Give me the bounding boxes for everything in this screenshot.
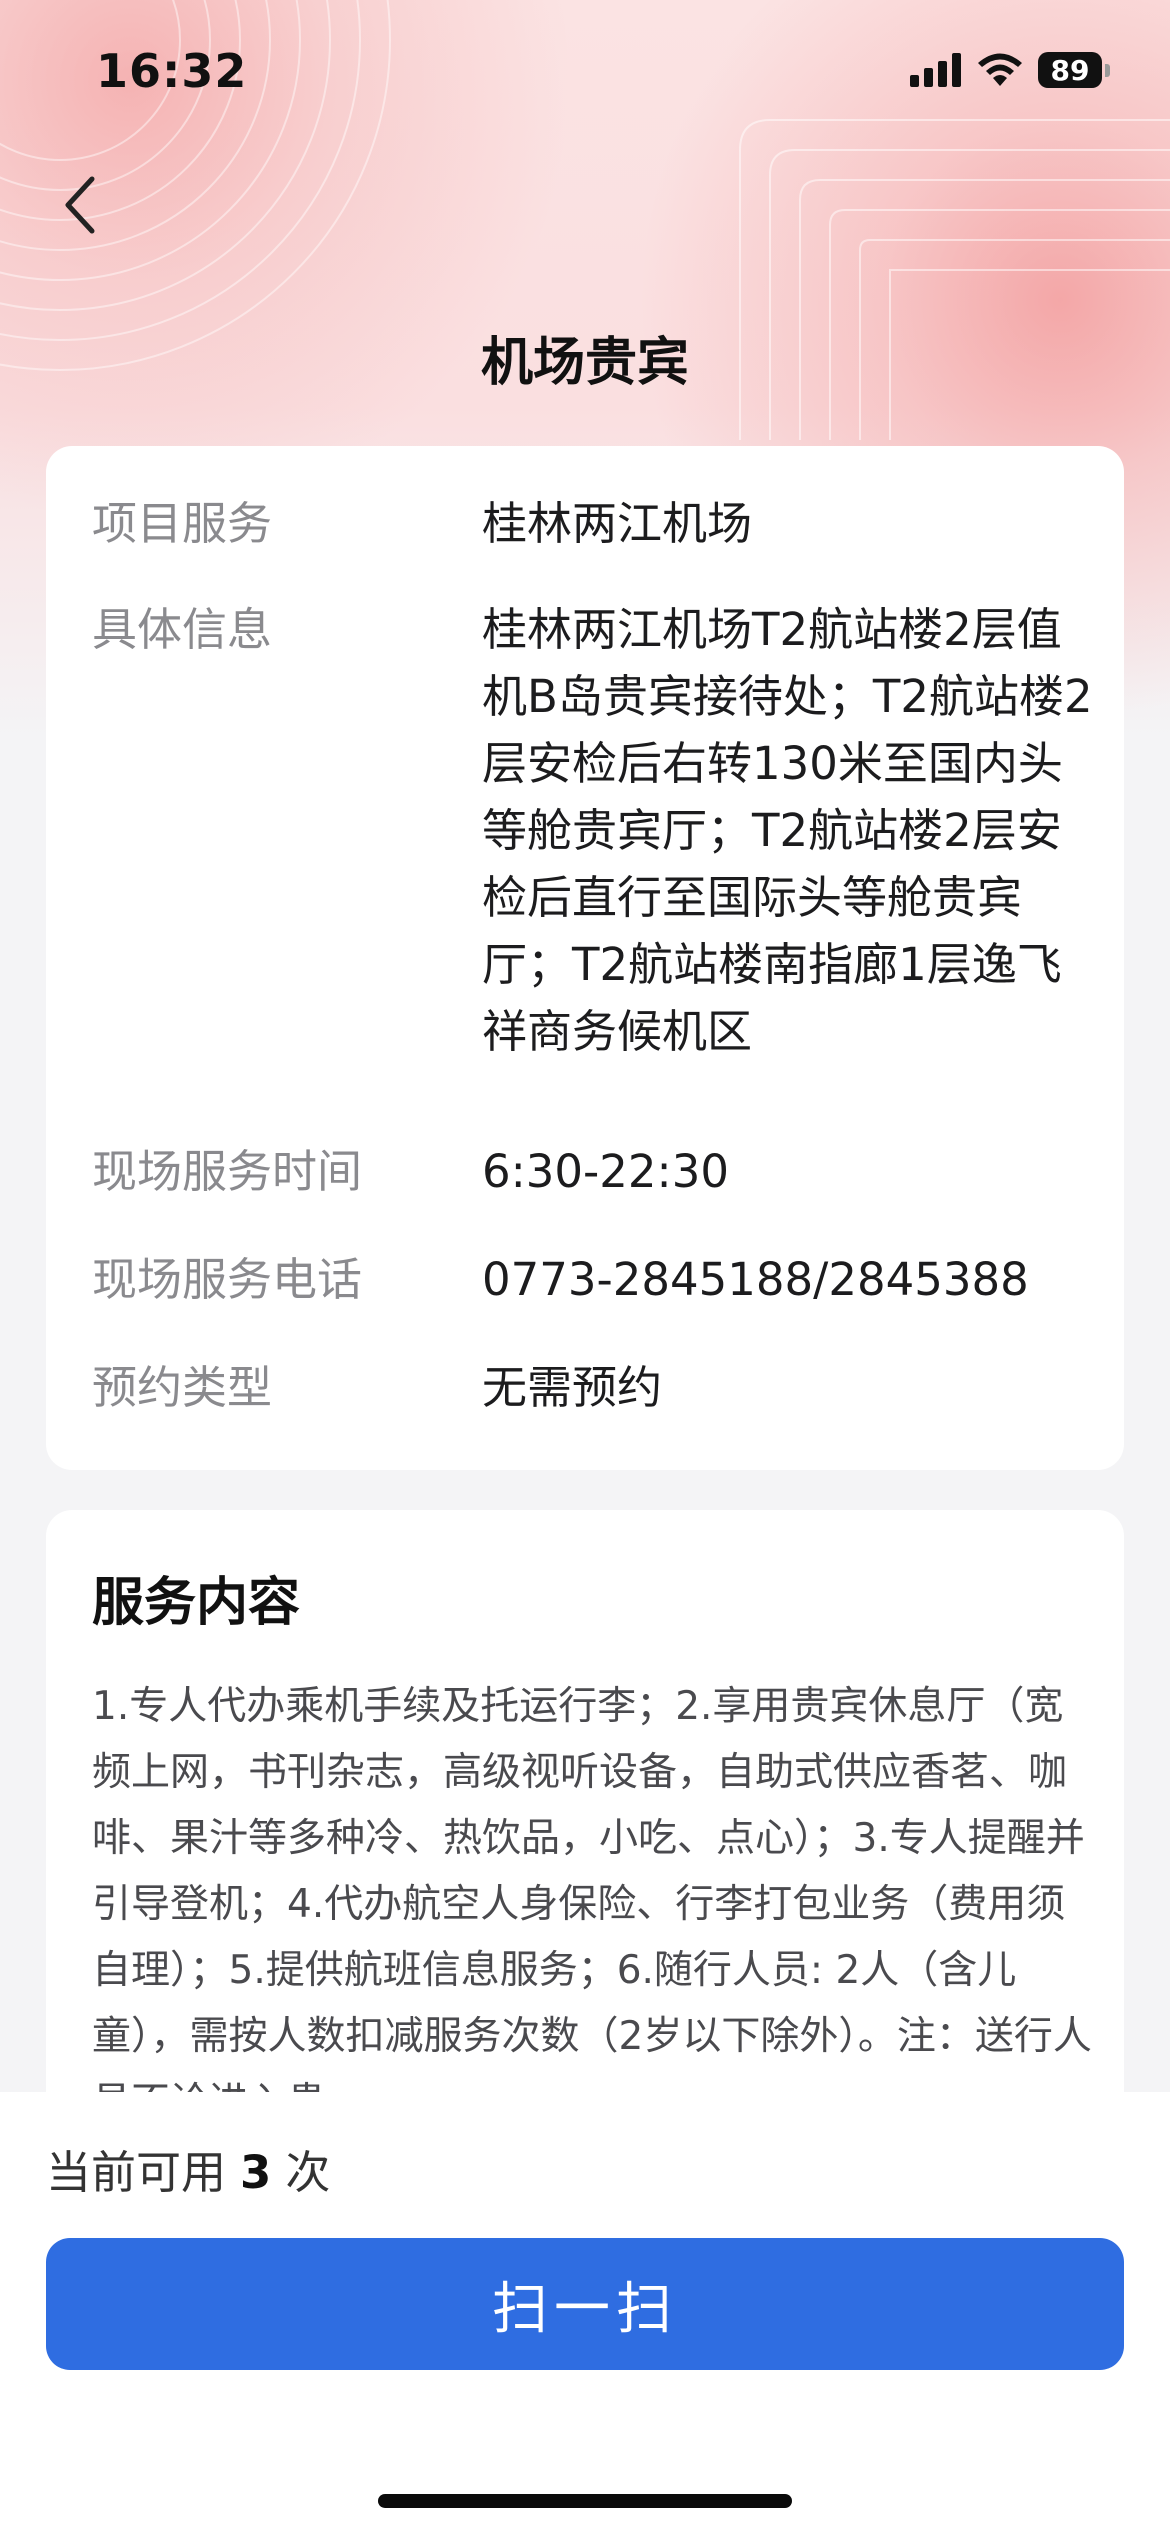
- phone-link[interactable]: 0773-2845188/2845388: [482, 1246, 1102, 1313]
- info-label: 具体信息: [92, 603, 273, 656]
- status-time: 16:32: [96, 44, 248, 98]
- status-bar: 16:32 89: [0, 0, 1170, 140]
- page-title: 机场贵宾: [480, 333, 689, 393]
- section-title: 服务内容: [92, 1573, 301, 1633]
- scan-button[interactable]: 扫一扫: [46, 2238, 1124, 2370]
- signal-icon: [910, 53, 961, 87]
- available-count: 当前可用 3 次: [46, 2136, 330, 2201]
- info-label: 现场服务电话: [92, 1253, 363, 1306]
- wifi-icon: [978, 53, 1022, 86]
- service-content-text: 1.专人代办乘机手续及托运行李；2.享用贵宾休息厅（宽频上网，书刊杂志，高级视听…: [92, 1684, 1092, 2125]
- available-prefix: 当前可用: [46, 2146, 227, 2199]
- info-value: 6:30-22:30: [482, 1145, 729, 1198]
- info-value: 桂林两江机场T2航站楼2层值机B岛贵宾接待处；T2航站楼2层安检后右转130米至…: [482, 603, 1093, 1058]
- service-content-card: 服务内容 1.专人代办乘机手续及托运行李；2.享用贵宾休息厅（宽频上网，书刊杂志…: [46, 1510, 1124, 2150]
- info-label: 预约类型: [92, 1361, 273, 1414]
- info-label: 现场服务时间: [92, 1145, 363, 1198]
- battery-level: 89: [1038, 52, 1102, 88]
- info-value: 桂林两江机场: [482, 497, 753, 550]
- info-value: 无需预约: [482, 1361, 663, 1414]
- battery-icon: 89: [1038, 52, 1110, 88]
- back-button[interactable]: [50, 170, 110, 240]
- info-label: 项目服务: [92, 497, 273, 550]
- home-indicator[interactable]: [378, 2494, 792, 2508]
- available-number: 3: [240, 2146, 272, 2199]
- available-suffix: 次: [285, 2146, 331, 2199]
- info-card: 项目服务 桂林两江机场 具体信息 桂林两江机场T2航站楼2层值机B岛贵宾接待处；…: [46, 446, 1124, 1470]
- bottom-bar: 当前可用 3 次 扫一扫: [0, 2092, 1170, 2532]
- chevron-left-icon: [65, 176, 95, 234]
- status-icons: 89: [910, 52, 1110, 88]
